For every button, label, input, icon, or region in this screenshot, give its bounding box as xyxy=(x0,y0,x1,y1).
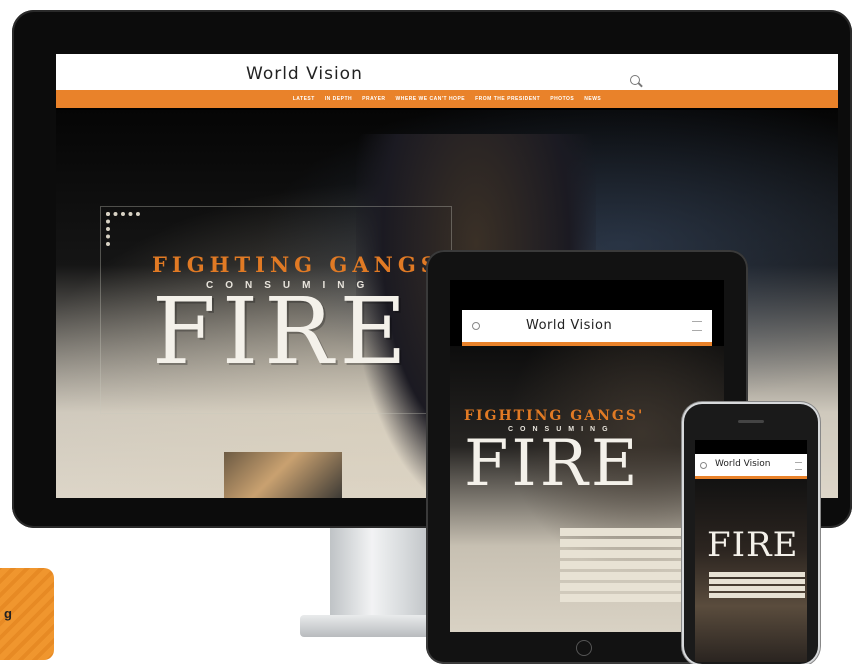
tablet-status-bar xyxy=(450,280,724,294)
phone-header: World Vision xyxy=(695,454,807,479)
site-logo[interactable]: World Vision xyxy=(715,459,771,469)
teaser-line xyxy=(709,593,805,598)
desktop-header: World Vision xyxy=(56,54,838,90)
search-icon[interactable] xyxy=(630,75,640,85)
headline-main: FIRE xyxy=(152,278,413,385)
site-logo[interactable]: World Vision xyxy=(246,64,363,84)
phone-device: World Vision FIRE xyxy=(684,404,818,664)
search-icon[interactable] xyxy=(472,322,480,330)
menu-icon[interactable] xyxy=(692,321,702,331)
nav-item-in-depth[interactable]: IN DEPTH xyxy=(325,96,352,102)
phone-screen: World Vision FIRE xyxy=(695,440,807,662)
tablet-screen: World Vision FIGHTING GANGS' CONSUMING F… xyxy=(450,280,724,632)
corner-tag-label: g xyxy=(4,606,12,621)
phone-hero-image xyxy=(695,476,807,662)
nav-item-hope[interactable]: WHERE WE CAN'T HOPE xyxy=(396,96,466,102)
tablet-header: World Vision xyxy=(462,310,712,346)
nav-item-latest[interactable]: LATEST xyxy=(293,96,315,102)
phone-speaker xyxy=(738,420,764,423)
search-icon[interactable] xyxy=(700,462,707,469)
nav-item-prayer[interactable]: PRAYER xyxy=(362,96,385,102)
teaser-line xyxy=(709,579,805,584)
nav-item-president[interactable]: FROM THE PRESIDENT xyxy=(475,96,540,102)
phone-story-teaser xyxy=(709,572,805,600)
teaser-line xyxy=(709,572,805,577)
headline-top: FIGHTING GANGS' xyxy=(152,252,453,277)
nav-item-news[interactable]: NEWS xyxy=(584,96,601,102)
nav-item-photos[interactable]: PHOTOS xyxy=(550,96,574,102)
menu-icon[interactable] xyxy=(795,462,802,470)
phone-headline-main: FIRE xyxy=(707,525,799,565)
site-logo[interactable]: World Vision xyxy=(526,318,612,333)
tablet-headline-top: FIGHTING GANGS' xyxy=(464,408,645,424)
home-button[interactable] xyxy=(576,640,592,656)
article-thumbnail[interactable] xyxy=(224,452,342,498)
teaser-line xyxy=(709,586,805,591)
desktop-nav-bar: LATEST IN DEPTH PRAYER WHERE WE CAN'T HO… xyxy=(56,90,838,108)
tablet-headline-main: FIRE xyxy=(464,427,641,501)
hero-frame-corner xyxy=(106,212,140,246)
